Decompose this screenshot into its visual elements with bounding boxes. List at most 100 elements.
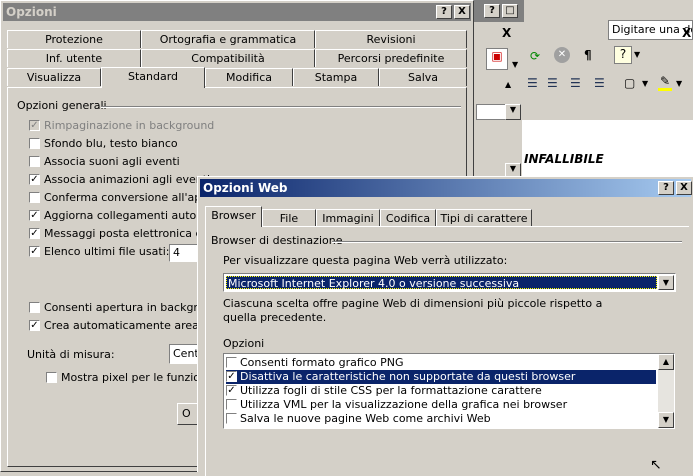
chevron-down-icon-4[interactable]: ▼	[676, 79, 682, 88]
list-item-css[interactable]: ✓ Utilizza fogli di stile CSS per la for…	[226, 384, 656, 398]
label-rimpaginazione: Rimpaginazione in background	[44, 119, 215, 132]
browser-select[interactable]: Microsoft Internet Explorer 4.0 o versio…	[223, 273, 676, 292]
tab-percorsi[interactable]: Percorsi predefinite	[315, 49, 467, 67]
browser-select-value: Microsoft Internet Explorer 4.0 o versio…	[226, 276, 657, 290]
label-collegamenti: Aggiorna collegamenti automat	[44, 209, 219, 222]
browser-prompt: Per visualizzare questa pagina Web verrà…	[223, 254, 508, 267]
document-text: INFALLIBILE	[524, 152, 604, 166]
chevron-down-icon[interactable]: ▼	[634, 50, 640, 59]
tab-stampa[interactable]: Stampa	[293, 68, 379, 86]
chevron-down-icon[interactable]: ▼	[658, 275, 674, 290]
label-vml: Utilizza VML per la visualizzazione dell…	[240, 398, 568, 411]
list-scrollbar[interactable]: ▲ ▼	[658, 354, 674, 428]
refresh-icon[interactable]: ⟳	[530, 49, 540, 63]
close-doc-icon[interactable]: X	[502, 26, 511, 40]
checkbox-conferma[interactable]	[29, 192, 40, 203]
indent-icon[interactable]: ☰	[570, 76, 581, 90]
checkbox-rimpaginazione[interactable]: ✓	[29, 120, 40, 131]
browser-description: Ciascuna scelta offre pagine Web di dime…	[223, 297, 603, 324]
mini-help-button[interactable]: ?	[484, 4, 500, 18]
left-scroll-track[interactable]	[472, 120, 503, 180]
options-group-heading: Opzioni	[223, 337, 265, 350]
label-elenco-file: Elenco ultimi file usati:	[44, 245, 170, 258]
tab-revisioni[interactable]: Revisioni	[315, 30, 467, 48]
checkbox-collegamenti[interactable]: ✓	[29, 210, 40, 221]
tab-compatibilita[interactable]: Compatibilità	[141, 49, 315, 67]
web-tab-codifica[interactable]: Codifica	[380, 209, 436, 227]
mouse-cursor-icon: ↖	[650, 457, 662, 473]
indent-icon-2[interactable]: ☰	[594, 76, 605, 90]
chevron-down-icon-2[interactable]: ▼	[512, 60, 518, 69]
web-tab-immagini[interactable]: Immagini	[316, 209, 380, 227]
label-suoni: Associa suoni agli eventi	[44, 155, 180, 168]
document-page[interactable]: INFALLIBILE	[522, 120, 693, 180]
checkbox-vml[interactable]	[226, 399, 237, 410]
tab-protezione[interactable]: Protezione	[7, 30, 141, 48]
checkbox-suoni[interactable]	[29, 156, 40, 167]
scroll-down-button[interactable]: ▼	[658, 412, 674, 428]
opzioni-title: Opzioni	[6, 5, 57, 19]
section-divider	[101, 106, 461, 108]
label-png: Consenti formato grafico PNG	[240, 356, 404, 369]
units-label: Unità di misura:	[27, 348, 115, 361]
opzioni-titlebar: Opzioni	[3, 3, 471, 21]
opzioni-generali-heading: Opzioni generali	[17, 99, 107, 112]
list-item-png[interactable]: Consenti formato grafico PNG	[226, 356, 656, 370]
border-icon[interactable]: ▢	[624, 76, 635, 90]
web-help-button[interactable]: ?	[658, 181, 674, 195]
scroll-arrow-up[interactable]: ▲	[505, 80, 511, 89]
chevron-down-icon-3[interactable]: ▼	[642, 79, 648, 88]
web-tab-file[interactable]: File	[262, 209, 316, 227]
checkbox-archivi[interactable]	[226, 413, 237, 424]
tab-modifica[interactable]: Modifica	[205, 68, 293, 86]
ok-button-label: O	[182, 407, 191, 420]
pdf-icon[interactable]: ▣	[486, 48, 508, 70]
opzioni-close-button[interactable]: X	[454, 5, 470, 19]
scroll-up-button[interactable]: ▲	[658, 354, 674, 370]
opzioni-web-title: Opzioni Web	[203, 181, 288, 195]
label-sfondo-blu: Sfondo blu, testo bianco	[44, 137, 178, 150]
checkbox-posta[interactable]: ✓	[29, 228, 40, 239]
tab-standard[interactable]: Standard	[101, 67, 205, 88]
checkbox-png[interactable]	[226, 357, 237, 368]
checkbox-sfondo-blu[interactable]	[29, 138, 40, 149]
opzioni-help-button[interactable]: ?	[436, 5, 452, 19]
label-animazioni: Associa animazioni agli eventi	[44, 173, 211, 186]
checkbox-apertura-bg[interactable]	[29, 302, 40, 313]
browser-group-heading: Browser di destinazione	[211, 234, 343, 247]
label-disattiva: Disattiva le caratteristiche non support…	[240, 370, 576, 383]
tab-inf-utente[interactable]: Inf. utente	[7, 49, 141, 67]
checkbox-animazioni[interactable]: ✓	[29, 174, 40, 185]
label-area-disegno: Crea automaticamente area di	[44, 319, 213, 332]
label-conferma: Conferma conversione all'apert	[44, 191, 217, 204]
checkbox-disattiva[interactable]: ✓	[226, 371, 237, 382]
list-item-disattiva[interactable]: ✓ Disattiva le caratteristiche non suppo…	[226, 370, 656, 384]
scroll-down-button[interactable]: ▼	[505, 104, 521, 120]
ask-question-input[interactable]: Digitare una don	[608, 20, 693, 40]
help-icon[interactable]: ?	[614, 46, 632, 64]
close-doc-icon-2[interactable]: X	[682, 26, 691, 40]
label-archivi: Salva le nuove pagine Web come archivi W…	[240, 412, 491, 425]
web-close-button[interactable]: X	[676, 181, 692, 195]
highlight-icon[interactable]: ✎	[658, 74, 672, 91]
mini-restore-button[interactable]: □	[502, 4, 518, 18]
list-format-icon-2[interactable]: ☰	[547, 76, 558, 90]
checkbox-pixel[interactable]	[46, 372, 57, 383]
checkbox-css[interactable]: ✓	[226, 385, 237, 396]
web-tab-browser[interactable]: Browser	[205, 206, 262, 227]
tab-ortografia[interactable]: Ortografia e grammatica	[141, 30, 315, 48]
checkbox-area-disegno[interactable]: ✓	[29, 320, 40, 331]
tab-visualizza[interactable]: Visualizza	[7, 68, 101, 86]
pilcrow-icon[interactable]: ¶	[584, 48, 592, 62]
label-pixel: Mostra pixel per le funziona	[61, 371, 214, 384]
opzioni-web-dialog: Opzioni Web ? X Browser File Immagini Co…	[197, 176, 693, 476]
web-options-list[interactable]: Consenti formato grafico PNG ✓ Disattiva…	[223, 353, 675, 429]
list-format-icon[interactable]: ☰	[527, 76, 538, 90]
list-item-archivi[interactable]: Salva le nuove pagine Web come archivi W…	[226, 412, 656, 426]
web-tab-tipi-carattere[interactable]: Tipi di carattere	[436, 209, 532, 227]
list-item-vml[interactable]: Utilizza VML per la visualizzazione dell…	[226, 398, 656, 412]
tab-salva[interactable]: Salva	[379, 68, 467, 86]
checkbox-elenco-file[interactable]: ✓	[29, 246, 40, 257]
stop-icon[interactable]: ✕	[554, 47, 570, 63]
browser-group-divider	[332, 241, 682, 243]
